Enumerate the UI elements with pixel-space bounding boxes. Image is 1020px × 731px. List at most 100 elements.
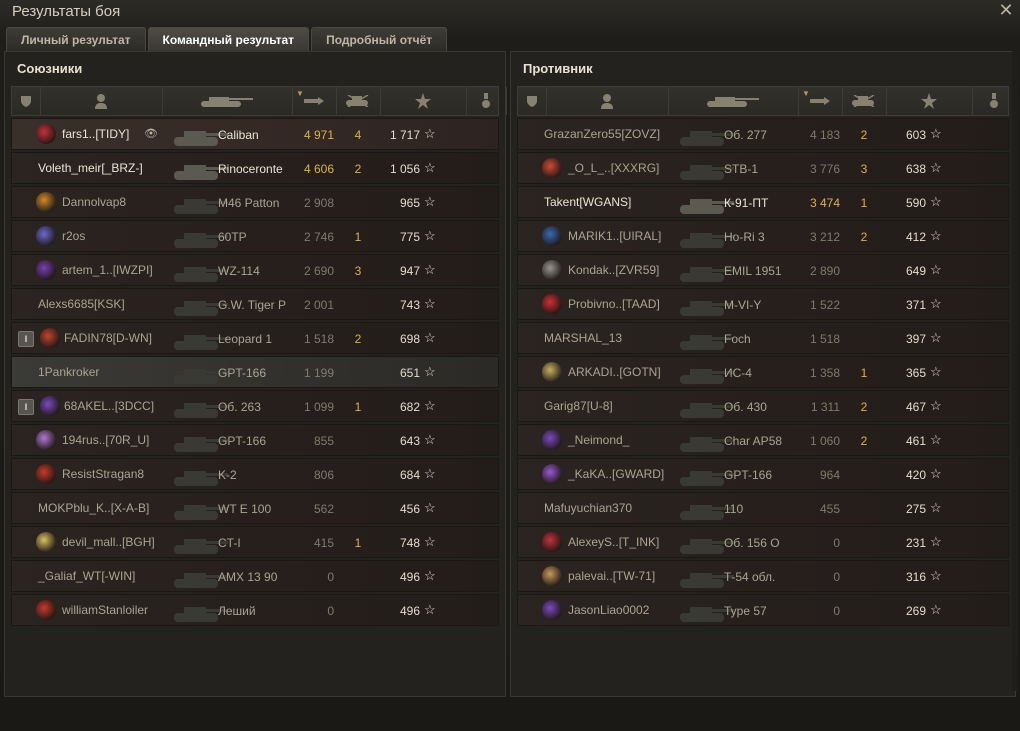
- scrollbar[interactable]: [1012, 51, 1018, 691]
- kills-value: 2: [860, 230, 868, 244]
- player-row[interactable]: devil_mall..[BGH] CT-I 415 1 748 ☆: [11, 526, 499, 558]
- squad-column-icon[interactable]: [518, 87, 547, 115]
- tank-name: K-2: [218, 468, 237, 482]
- player-row[interactable]: JasonLiao0002 Type 57 0 269 ☆: [517, 594, 1009, 626]
- squad-icon: I: [18, 331, 34, 347]
- player-row[interactable]: Voleth_meir[_BRZ-] Rinoceronte 4 606 2 1 056…: [11, 152, 499, 184]
- tank-name: ИС-4: [724, 366, 752, 380]
- player-row[interactable]: Kondak..[ZVR59] EMIL 1951 2 890 649 ☆: [517, 254, 1009, 286]
- medals-column-icon[interactable]: [466, 87, 507, 115]
- player-row[interactable]: I 68AKEL..[3DCC] Об. 263 1 099 1 682 ☆: [11, 390, 499, 422]
- player-name: williamStanloiler: [62, 603, 149, 617]
- player-row[interactable]: GrazanZero55[ZOVZ] Об. 277 4 183 2 603 ☆: [517, 118, 1009, 150]
- player-row[interactable]: palevai..[TW-71] Т-54 обл. 0 316 ☆: [517, 560, 1009, 592]
- clan-emblem-icon: [36, 124, 56, 144]
- tank-name: STB-1: [724, 162, 759, 176]
- player-row[interactable]: Alexs6685[KSK] G.W. Tiger P 2 001 743 ☆: [11, 288, 499, 320]
- clan-emblem-icon: [542, 430, 562, 450]
- player-name: artem_1..[IWZPI]: [62, 263, 153, 277]
- star-icon: ☆: [930, 126, 942, 141]
- kills-column-icon[interactable]: [842, 87, 887, 115]
- player-row[interactable]: fars1..[TIDY] 👁 Caliban 4 971 4 1 717 ☆: [11, 118, 499, 150]
- damage-column-icon[interactable]: ▼: [798, 87, 843, 115]
- player-row[interactable]: _Galiaf_WT[-WIN] AMX 13 90 0 496 ☆: [11, 560, 499, 592]
- tank-name: Char AP58: [724, 434, 783, 448]
- damage-value: 4 606: [303, 162, 334, 176]
- experience-value: 456: [399, 502, 420, 516]
- player-row[interactable]: AlexeyS..[T_INK] Об. 156 О 0 231 ☆: [517, 526, 1009, 558]
- kills-value: 2: [354, 162, 362, 176]
- player-row[interactable]: Probivno..[TAAD] M-VI-Y 1 522 371 ☆: [517, 288, 1009, 320]
- player-row[interactable]: Dannolvap8 M46 Patton 2 908 965 ☆: [11, 186, 499, 218]
- damage-value: 1 060: [809, 434, 840, 448]
- clan-emblem-icon: [542, 464, 562, 484]
- player-row[interactable]: MOKPblu_K..[X-A-B] WT E 100 562 456 ☆: [11, 492, 499, 524]
- star-icon: ☆: [424, 432, 436, 447]
- damage-value: 855: [313, 434, 334, 448]
- damage-value: 806: [313, 468, 334, 482]
- tank-column-icon[interactable]: [162, 87, 293, 115]
- experience-value: 412: [905, 230, 926, 244]
- player-name: MARSHAL_13: [544, 331, 623, 345]
- player-row[interactable]: 194rus..[70R_U] GPT-166 855 643 ☆: [11, 424, 499, 456]
- player-row[interactable]: ARKADI..[GOTN] ИС-4 1 358 1 365 ☆: [517, 356, 1009, 388]
- tank-name: GPT-166: [724, 468, 773, 482]
- star-icon: ☆: [930, 398, 942, 413]
- damage-value: 964: [819, 468, 840, 482]
- kills-column-icon[interactable]: [336, 87, 381, 115]
- player-row[interactable]: _KaKA..[GWARD] GPT-166 964 420 ☆: [517, 458, 1009, 490]
- tab-detailed-report[interactable]: Подробный отчёт: [311, 27, 448, 51]
- tank-name: Т-54 обл.: [724, 570, 776, 584]
- star-icon: ☆: [930, 364, 942, 379]
- damage-value: 2 890: [809, 264, 840, 278]
- kills-value: 1: [860, 366, 868, 380]
- player-row[interactable]: Garig87[U-8] Об. 430 1 311 2 467 ☆: [517, 390, 1009, 422]
- player-row[interactable]: Mafuyuchian370 110 455 275 ☆: [517, 492, 1009, 524]
- kills-value: 2: [860, 400, 868, 414]
- medals-column-icon[interactable]: [972, 87, 1017, 115]
- experience-value: 643: [399, 434, 420, 448]
- tab-team-result[interactable]: Командный результат: [147, 27, 310, 51]
- experience-column-icon[interactable]: [886, 87, 973, 115]
- player-row[interactable]: I FADIN78[D-WN] Leopard 1 1 518 2 698 ☆: [11, 322, 499, 354]
- damage-value: 1 522: [809, 298, 840, 312]
- player-row[interactable]: r2os 60TP 2 746 1 775 ☆: [11, 220, 499, 252]
- tab-personal-result[interactable]: Личный результат: [6, 27, 146, 51]
- player-row[interactable]: 1Pankroker GPT-166 1 199 651 ☆: [11, 356, 499, 388]
- player-row[interactable]: MARIK1..[UIRAL] Ho-Ri 3 3 212 2 412 ☆: [517, 220, 1009, 252]
- player-row[interactable]: williamStanloiler Леший 0 496 ☆: [11, 594, 499, 626]
- experience-value: 269: [905, 604, 926, 618]
- experience-value: 275: [905, 502, 926, 516]
- player-row[interactable]: _O_L_..[XXXRG] STB-1 3 776 3 638 ☆: [517, 152, 1009, 184]
- tank-name: К-91-ПТ: [724, 196, 769, 210]
- window-title: Результаты боя: [12, 3, 121, 20]
- damage-value: 0: [833, 604, 840, 618]
- tank-name: Ho-Ri 3: [724, 230, 765, 244]
- player-column-icon[interactable]: [40, 87, 163, 115]
- squad-column-icon[interactable]: [12, 87, 41, 115]
- damage-value: 0: [833, 570, 840, 584]
- experience-value: 496: [399, 604, 420, 618]
- player-row[interactable]: _Neimond_ Char AP58 1 060 2 461 ☆: [517, 424, 1009, 456]
- player-column-icon[interactable]: [546, 87, 669, 115]
- experience-column-icon[interactable]: [380, 87, 467, 115]
- tank-name: Об. 156 О: [724, 536, 780, 550]
- close-icon[interactable]: ✕: [998, 0, 1014, 21]
- tank-column-icon[interactable]: [668, 87, 799, 115]
- player-row[interactable]: Takent[WGANS] К-91-ПТ 3 474 1 590 ☆: [517, 186, 1009, 218]
- player-row[interactable]: artem_1..[IWZPI] WZ-114 2 690 3 947 ☆: [11, 254, 499, 286]
- clan-emblem-icon: [542, 226, 562, 246]
- player-row[interactable]: ResistStragan8 K-2 806 684 ☆: [11, 458, 499, 490]
- damage-value: 4 971: [303, 128, 334, 142]
- damage-value: 0: [833, 536, 840, 550]
- damage-value: 3 474: [809, 196, 840, 210]
- experience-value: 682: [399, 400, 420, 414]
- damage-column-icon[interactable]: ▼: [292, 87, 337, 115]
- allies-column-header: ▼: [11, 86, 507, 116]
- tank-name: Type 57: [724, 604, 767, 618]
- star-icon: ☆: [424, 228, 436, 243]
- damage-value: 3 776: [809, 162, 840, 176]
- experience-value: 496: [399, 570, 420, 584]
- clan-emblem-icon: [36, 464, 56, 484]
- player-row[interactable]: MARSHAL_13 Foch 1 518 397 ☆: [517, 322, 1009, 354]
